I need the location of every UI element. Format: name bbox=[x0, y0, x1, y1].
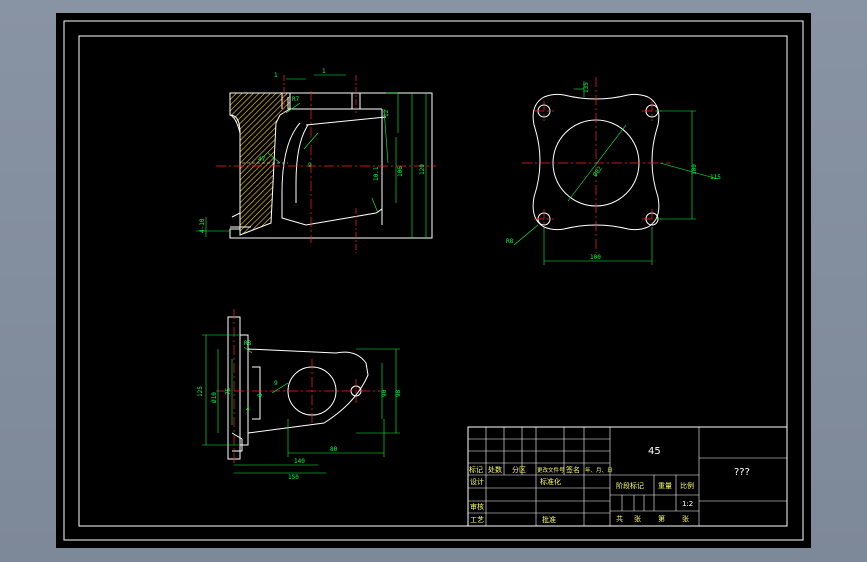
tb-row-standardize: 标准化 bbox=[540, 477, 561, 486]
dim-top-3: 100 bbox=[590, 254, 601, 261]
dim-front-1: 1 bbox=[274, 72, 278, 79]
tb-header-docno: 更改文件号 bbox=[537, 466, 565, 474]
tb-sheet-total: 共 bbox=[616, 514, 623, 523]
dim-side-7: 9 bbox=[274, 380, 278, 387]
tb-sheet-unit2: 张 bbox=[682, 514, 689, 523]
tb-row-review: 审核 bbox=[470, 502, 484, 511]
dim-side-10: 80 bbox=[330, 446, 338, 453]
tb-row-design: 设计 bbox=[470, 477, 484, 486]
dim-top-4: 100 bbox=[691, 164, 698, 175]
tb-header-count: 处数 bbox=[488, 465, 502, 474]
dim-front-8: 47 bbox=[258, 156, 266, 163]
tb-header-zone: 分区 bbox=[512, 465, 526, 474]
tb-sheet-unit1: 张 bbox=[634, 514, 641, 523]
dim-side-8: 90 bbox=[381, 389, 388, 397]
dim-top-1: 135 bbox=[583, 82, 590, 93]
dim-front-7: 106 bbox=[397, 166, 404, 177]
dim-front-3: R7 bbox=[292, 96, 300, 103]
side-view: 125 Ø10 75 8 R8 4 9 90 98 80 140 150 bbox=[197, 309, 402, 481]
tb-header-mark: 标记 bbox=[469, 465, 483, 474]
dim-front-5: 10.1 bbox=[373, 166, 380, 181]
tb-stage-mark: 阶段标记 bbox=[616, 481, 644, 490]
dim-side-1: 125 bbox=[197, 386, 204, 397]
outer-frame bbox=[63, 20, 804, 541]
dim-side-3: 75 bbox=[225, 387, 232, 395]
dim-front-6: 120 bbox=[419, 164, 426, 175]
tb-header-date: 年、月、日 bbox=[585, 466, 613, 474]
dim-side-9: 98 bbox=[395, 389, 402, 397]
dim-side-4: 8 bbox=[257, 393, 264, 397]
dim-top-5: 115 bbox=[710, 174, 721, 181]
drawing-viewport[interactable]: 1 1 R7 9 10.1 120 106 47 4-10 12 135 Ø82… bbox=[56, 13, 811, 548]
dim-side-12: 150 bbox=[288, 474, 299, 481]
top-view: 135 Ø82 100 100 115 R8 bbox=[506, 77, 721, 265]
tb-weight: 重量 bbox=[658, 482, 672, 490]
dim-top-6: R8 bbox=[506, 238, 514, 245]
title-block: 45 ??? 1:2 标记 处数 分区 更改文件号 签名 年、月、日 设计 标准… bbox=[467, 426, 788, 527]
tb-header-sign: 签名 bbox=[566, 465, 580, 474]
tb-ratio: 比例 bbox=[680, 481, 694, 490]
inner-frame bbox=[78, 35, 788, 527]
dim-side-2: Ø10 bbox=[211, 392, 218, 403]
dim-side-11: 140 bbox=[294, 458, 305, 465]
cad-drawing: 1 1 R7 9 10.1 120 106 47 4-10 12 135 Ø82… bbox=[63, 20, 804, 541]
dim-side-6: 4 bbox=[246, 406, 250, 413]
dim-front-10: 12 bbox=[383, 109, 390, 117]
tb-sheet-current: 第 bbox=[658, 514, 665, 523]
tb-row-process: 工艺 bbox=[470, 516, 484, 524]
tb-material: 45 bbox=[648, 446, 661, 457]
dim-front-9: 4-10 bbox=[199, 218, 206, 233]
tb-row-approve: 批准 bbox=[542, 515, 556, 524]
front-view: 1 1 R7 9 10.1 120 106 47 4-10 12 bbox=[196, 68, 436, 253]
tb-drawing-name: ??? bbox=[734, 467, 750, 478]
dim-front-4: 9 bbox=[308, 162, 312, 169]
tb-scale: 1:2 bbox=[682, 500, 693, 508]
dim-front-2: 1 bbox=[322, 68, 326, 75]
dim-side-5: R8 bbox=[244, 340, 252, 347]
